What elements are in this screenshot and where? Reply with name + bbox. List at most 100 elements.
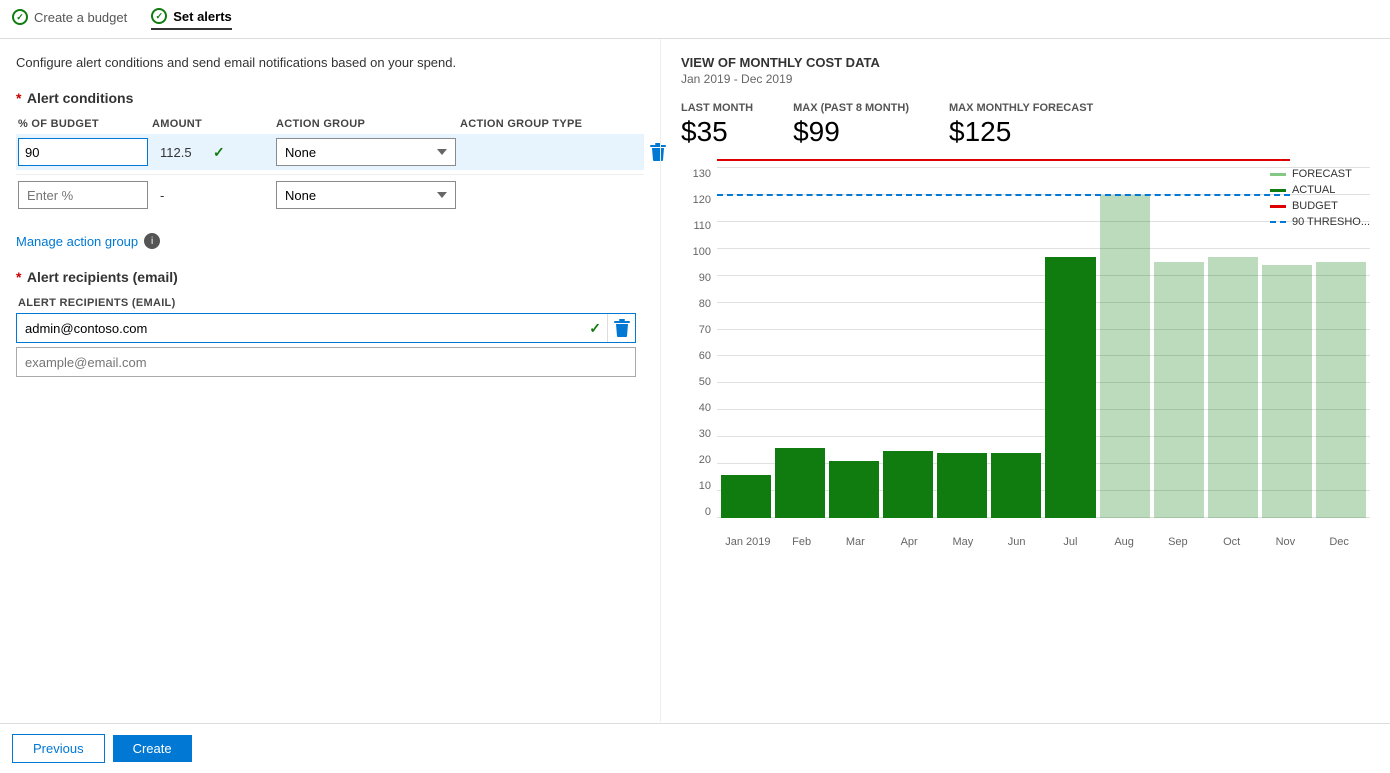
x-label: Jan 2019 — [721, 536, 775, 548]
legend-item: FORECAST — [1270, 168, 1370, 180]
amount-value: 112.5 — [152, 141, 272, 164]
col-amount: AMOUNT — [152, 118, 272, 130]
forecast-bar — [1154, 262, 1204, 518]
create-budget-check: ✓ — [12, 9, 28, 25]
actual-bar — [1045, 257, 1095, 518]
pct-empty-input-wrapper[interactable] — [18, 181, 148, 209]
x-label: Oct — [1205, 536, 1259, 548]
legend-item: BUDGET — [1270, 200, 1370, 212]
legend-color — [1270, 173, 1286, 176]
forecast-bar — [1208, 257, 1258, 518]
create-button[interactable]: Create — [113, 735, 192, 762]
y-label: 130 — [681, 168, 711, 180]
y-label: 10 — [681, 480, 711, 492]
nav-create-budget-label: Create a budget — [34, 10, 127, 25]
nav-set-alerts[interactable]: ✓ Set alerts — [151, 8, 232, 30]
y-label: 60 — [681, 350, 711, 362]
x-label: Jun — [990, 536, 1044, 548]
chart-area: 0102030405060708090100110120130 Jan 2019… — [681, 168, 1370, 548]
stat-last-month-label: LAST MONTH — [681, 102, 753, 114]
email-delete-button[interactable] — [607, 314, 635, 342]
x-label: Mar — [829, 536, 883, 548]
col-budget-pct: % OF BUDGET — [18, 118, 148, 130]
description-text: Configure alert conditions and send emai… — [16, 55, 644, 70]
x-label: Aug — [1097, 536, 1151, 548]
actual-bar — [775, 448, 825, 518]
required-star-2: * — [16, 269, 21, 285]
info-icon[interactable]: i — [144, 233, 160, 249]
left-panel: Configure alert conditions and send emai… — [0, 39, 660, 722]
pct-empty-input[interactable] — [27, 188, 139, 203]
amount-dash: - — [152, 184, 272, 207]
conditions-row-1: ✓ 112.5 None — [16, 134, 644, 170]
email-check-icon: ✓ — [583, 320, 607, 337]
nav-create-budget[interactable]: ✓ Create a budget — [12, 9, 127, 29]
forecast-bar — [1316, 262, 1366, 518]
email-col-header: ALERT RECIPIENTS (EMAIL) — [16, 297, 644, 309]
previous-button[interactable]: Previous — [12, 734, 105, 763]
chart-subtitle: Jan 2019 - Dec 2019 — [681, 72, 1370, 86]
y-label: 110 — [681, 220, 711, 232]
bar-group — [1154, 168, 1204, 518]
legend-label: FORECAST — [1292, 168, 1352, 180]
legend-label: ACTUAL — [1292, 184, 1335, 196]
x-label: May — [936, 536, 990, 548]
alert-recipients-title: * Alert recipients (email) — [16, 269, 644, 285]
col-action-group: ACTION GROUP — [276, 118, 456, 130]
x-label: Sep — [1151, 536, 1205, 548]
bar-group — [1045, 168, 1095, 518]
set-alerts-check: ✓ — [151, 8, 167, 24]
chart-title: VIEW OF MONTHLY COST DATA — [681, 55, 1370, 70]
actual-bar — [991, 453, 1041, 518]
email-empty-row — [16, 347, 636, 377]
bottom-bar: Previous Create — [0, 723, 1390, 773]
pct-input-wrapper: ✓ — [18, 138, 148, 166]
legend-label: 90 THRESHO... — [1292, 216, 1370, 228]
email-empty-input[interactable] — [17, 351, 635, 374]
bar-group — [991, 168, 1041, 518]
conditions-row-empty: - None — [16, 174, 644, 213]
required-star: * — [16, 90, 21, 106]
y-label: 70 — [681, 324, 711, 336]
x-label: Apr — [882, 536, 936, 548]
bar-group — [1100, 168, 1150, 518]
chart-body: Jan 2019FebMarAprMayJunJulAugSepOctNovDe… — [717, 168, 1370, 548]
manage-link-text[interactable]: Manage action group — [16, 234, 138, 249]
conditions-table-header: % OF BUDGET AMOUNT ACTION GROUP ACTION G… — [16, 118, 644, 130]
bar-group — [1208, 168, 1258, 518]
bar-group — [937, 168, 987, 518]
stat-max-forecast-value: $125 — [949, 116, 1093, 148]
chart-panel: VIEW OF MONTHLY COST DATA Jan 2019 - Dec… — [660, 39, 1390, 722]
x-label: Dec — [1312, 536, 1366, 548]
bar-group — [775, 168, 825, 518]
alert-conditions-title: * Alert conditions — [16, 90, 644, 106]
x-label: Nov — [1259, 536, 1313, 548]
main-container: Configure alert conditions and send emai… — [0, 39, 1390, 722]
alert-recipients-section: * Alert recipients (email) ALERT RECIPIE… — [16, 269, 644, 377]
stat-max-past-label: MAX (PAST 8 MONTH) — [793, 102, 909, 114]
x-label: Jul — [1044, 536, 1098, 548]
email-input-1[interactable] — [17, 317, 583, 340]
stat-max-forecast: MAX MONTHLY FORECAST $125 — [949, 102, 1093, 148]
actual-bar — [721, 475, 771, 518]
nav-set-alerts-label: Set alerts — [173, 9, 232, 24]
y-label: 0 — [681, 506, 711, 518]
y-label: 90 — [681, 272, 711, 284]
stat-max-past: MAX (PAST 8 MONTH) $99 — [793, 102, 909, 148]
email-trash-icon — [614, 319, 630, 337]
stat-last-month-value: $35 — [681, 116, 753, 148]
actual-bar — [937, 453, 987, 518]
y-axis: 0102030405060708090100110120130 — [681, 168, 717, 548]
legend-color — [1270, 221, 1286, 223]
action-group-empty-select[interactable]: None — [276, 181, 456, 209]
forecast-bar — [1262, 265, 1312, 518]
y-label: 120 — [681, 194, 711, 206]
stat-last-month: LAST MONTH $35 — [681, 102, 753, 148]
budget-line — [717, 159, 1290, 161]
action-group-select[interactable]: None — [276, 138, 456, 166]
email-row-1: ✓ — [16, 313, 636, 343]
stats-row: LAST MONTH $35 MAX (PAST 8 MONTH) $99 MA… — [681, 102, 1370, 148]
actual-bar — [883, 451, 933, 518]
legend-color — [1270, 189, 1286, 192]
manage-action-group-link[interactable]: Manage action group i — [16, 233, 644, 249]
